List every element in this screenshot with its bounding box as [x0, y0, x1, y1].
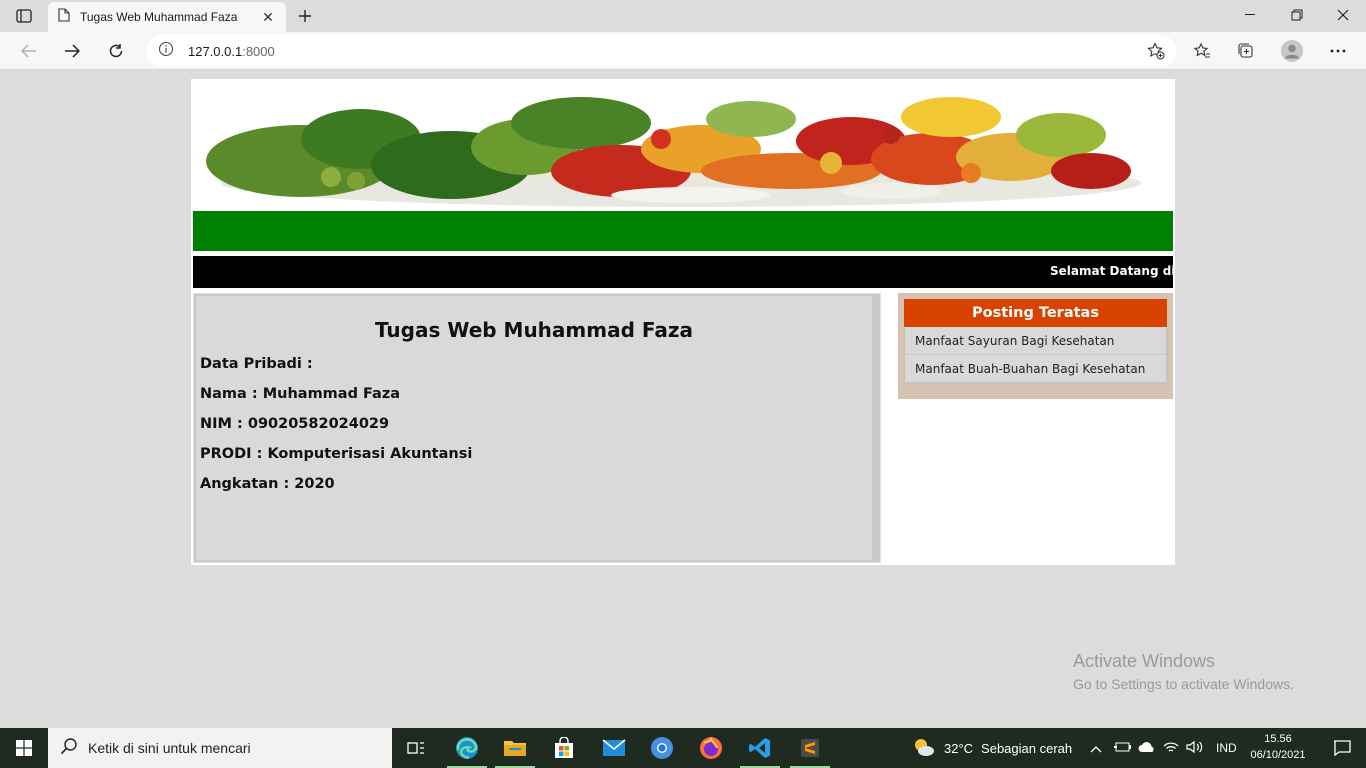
- page-icon: [58, 7, 70, 27]
- task-view-icon[interactable]: [392, 728, 440, 768]
- add-favorite-icon[interactable]: [1146, 41, 1166, 61]
- url-text[interactable]: 127.0.0.1:8000: [188, 44, 275, 59]
- sidebar-heading: Posting Teratas: [904, 299, 1167, 327]
- minimize-button[interactable]: [1228, 0, 1274, 30]
- taskbar-clock[interactable]: 15.56 06/10/2021: [1242, 731, 1314, 763]
- green-nav-bar: [193, 211, 1173, 251]
- main-content: Tugas Web Muhammad Faza Data Pribadi : N…: [193, 293, 881, 563]
- favorites-icon[interactable]: [1187, 36, 1217, 66]
- browser-tab[interactable]: Tugas Web Muhammad Faza ✕: [48, 2, 286, 32]
- vscode-icon[interactable]: [736, 728, 784, 768]
- url-port: :8000: [242, 43, 275, 59]
- weather-icon: [912, 737, 936, 760]
- info-icon[interactable]: [158, 41, 174, 62]
- collections-icon[interactable]: [1231, 36, 1261, 66]
- wifi-icon[interactable]: [1162, 740, 1180, 757]
- file-explorer-icon[interactable]: [491, 728, 539, 768]
- url-host: 127.0.0.1: [188, 43, 243, 59]
- new-tab-button[interactable]: [294, 5, 316, 27]
- info-nim: NIM : 09020582024029: [200, 416, 390, 432]
- taskbar-search-box[interactable]: Ketik di sini untuk mencari: [48, 728, 392, 768]
- more-options-icon[interactable]: [1323, 36, 1353, 66]
- weather-temp: 32°C: [944, 740, 974, 756]
- activate-windows-watermark: Activate Windows Go to Settings to activ…: [1073, 651, 1294, 692]
- battery-icon[interactable]: [1114, 741, 1132, 756]
- taskbar: Ketik di sini untuk mencari 32°C Sebagia…: [0, 728, 1366, 768]
- firefox-icon[interactable]: [687, 728, 735, 768]
- watermark-subtitle: Go to Settings to activate Windows.: [1073, 676, 1294, 692]
- weather-widget[interactable]: 32°C Sebagian cerah: [912, 728, 1072, 768]
- weather-desc: Sebagian cerah: [981, 740, 1073, 756]
- page-title: Tugas Web Muhammad Faza: [374, 318, 693, 342]
- marquee-text: Selamat Datang di W: [1050, 264, 1173, 278]
- sidebar-list: Manfaat Sayuran Bagi Kesehatan Manfaat B…: [904, 327, 1167, 384]
- tab-title: Tugas Web Muhammad Faza: [80, 10, 238, 24]
- browser-toolbar: 127.0.0.1:8000: [0, 32, 1366, 70]
- chrome-icon[interactable]: [638, 728, 686, 768]
- close-window-button[interactable]: [1320, 0, 1366, 30]
- address-bar[interactable]: 127.0.0.1:8000: [146, 35, 1176, 67]
- sidebar: Posting Teratas Manfaat Sayuran Bagi Kes…: [898, 293, 1173, 399]
- language-indicator[interactable]: IND: [1216, 741, 1237, 755]
- restore-button[interactable]: [1274, 0, 1320, 30]
- browser-tab-bar: Tugas Web Muhammad Faza ✕: [0, 0, 1366, 32]
- info-nama: Nama : Muhammad Faza: [200, 386, 401, 402]
- main-content-inner: Tugas Web Muhammad Faza Data Pribadi : N…: [196, 296, 872, 560]
- sidebar-item-buah[interactable]: Manfaat Buah-Buahan Bagi Kesehatan: [905, 355, 1166, 383]
- refresh-icon[interactable]: [101, 36, 131, 66]
- forward-icon[interactable]: [57, 36, 87, 66]
- info-angkatan: Angkatan : 2020: [200, 476, 335, 492]
- clock-time: 15.56: [1264, 733, 1292, 745]
- web-page: Selamat Datang di W Tugas Web Muhammad F…: [191, 79, 1175, 565]
- tab-actions-icon[interactable]: [10, 6, 38, 26]
- header-banner-image: [191, 79, 1175, 211]
- clock-date: 06/10/2021: [1250, 749, 1306, 761]
- edge-icon[interactable]: [443, 728, 491, 768]
- sidebar-item-sayuran[interactable]: Manfaat Sayuran Bagi Kesehatan: [905, 327, 1166, 355]
- info-data-pribadi: Data Pribadi :: [200, 356, 313, 372]
- tab-close-icon[interactable]: ✕: [260, 9, 276, 26]
- chevron-up-icon[interactable]: [1090, 741, 1106, 756]
- store-icon[interactable]: [540, 728, 588, 768]
- notifications-icon[interactable]: [1318, 728, 1366, 768]
- search-icon: [60, 737, 78, 760]
- windows-start-icon[interactable]: [0, 728, 48, 768]
- profile-avatar-icon[interactable]: [1277, 36, 1307, 66]
- system-tray: IND: [1090, 728, 1237, 768]
- info-prodi: PRODI : Komputerisasi Akuntansi: [200, 446, 473, 462]
- marquee-bar: Selamat Datang di W: [193, 256, 1173, 288]
- onedrive-cloud-icon[interactable]: [1138, 741, 1156, 756]
- mail-icon[interactable]: [590, 728, 638, 768]
- sublime-icon[interactable]: [786, 728, 834, 768]
- watermark-title: Activate Windows: [1073, 651, 1216, 671]
- volume-icon[interactable]: [1186, 740, 1204, 757]
- back-icon[interactable]: [14, 36, 44, 66]
- search-placeholder: Ketik di sini untuk mencari: [88, 740, 251, 756]
